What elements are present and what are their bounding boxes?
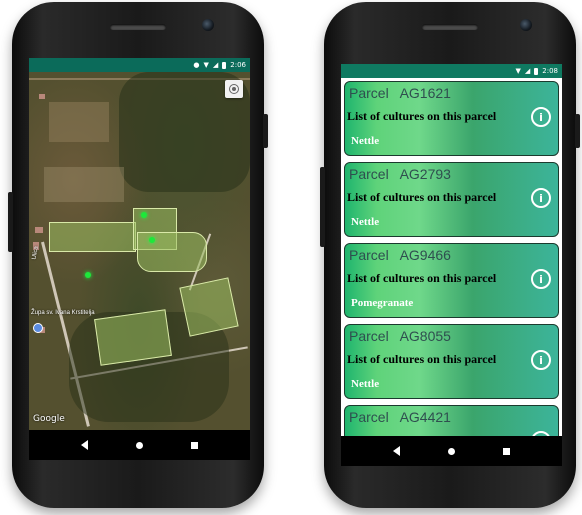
parcel-culture: Pomegranate <box>351 297 414 309</box>
volume-button <box>263 114 268 148</box>
parcel-field[interactable] <box>49 222 136 252</box>
parcel-title: Parcel AG1621 <box>349 85 451 101</box>
battery-icon <box>534 67 539 75</box>
battery-icon <box>222 61 227 69</box>
parcel-field[interactable] <box>94 309 172 366</box>
parcel-card[interactable]: Parcel AG4421 List of cultures on this p… <box>344 405 559 436</box>
parcel-field[interactable] <box>137 232 207 272</box>
building <box>39 94 45 99</box>
screen-right: ▼ ◢ 2:08 Parcel AG1621 List of cultures … <box>341 64 562 466</box>
my-location-button[interactable] <box>225 80 243 98</box>
back-triangle-icon[interactable] <box>81 440 88 450</box>
place-label: Župa sv. Ivana Krstitelja <box>31 310 95 316</box>
parcel-subtitle: List of cultures on this parcel <box>347 109 497 123</box>
speaker-grille <box>110 24 166 30</box>
side-button <box>8 192 13 252</box>
speaker-grille <box>422 24 478 30</box>
back-triangle-icon[interactable] <box>393 446 400 456</box>
side-button <box>320 167 325 247</box>
parcel-subtitle: List of cultures on this parcel <box>347 352 497 366</box>
recent-square-icon[interactable] <box>503 447 510 455</box>
status-time: 2:08 <box>542 67 558 75</box>
signal-icon: ◢ <box>524 66 531 75</box>
front-camera <box>202 19 214 31</box>
bare-field <box>49 102 109 142</box>
home-circle-icon[interactable] <box>136 441 143 449</box>
road-label: Ulica <box>31 245 40 261</box>
parcel-card[interactable]: Parcel AG8055 List of cultures on this p… <box>344 324 559 399</box>
signal-icon: ◢ <box>212 60 219 69</box>
crop-marker[interactable] <box>141 212 147 218</box>
bare-field <box>44 167 124 202</box>
recent-square-icon[interactable] <box>191 441 198 449</box>
info-icon[interactable]: i <box>531 188 551 208</box>
satellite-map[interactable]: Župa sv. Ivana Krstitelja Ulica Google <box>29 72 250 430</box>
parcel-culture: Nettle <box>351 378 380 390</box>
nav-bar <box>29 430 250 460</box>
building <box>35 227 43 233</box>
my-location-icon <box>229 84 239 94</box>
crop-marker[interactable] <box>85 272 91 278</box>
parcel-culture: Nettle <box>351 216 380 228</box>
parcel-list[interactable]: Parcel AG1621 List of cultures on this p… <box>341 78 562 436</box>
parcel-culture: Nettle <box>351 135 380 147</box>
google-attribution: Google <box>33 414 65 424</box>
phone-left: ● ▼ ◢ 2:06 Župa sv. Ivana Krstitelja Uli… <box>8 2 268 508</box>
parcel-title: Parcel AG4421 <box>349 409 451 425</box>
wifi-icon: ▼ <box>203 60 209 69</box>
info-icon[interactable]: i <box>531 269 551 289</box>
info-icon[interactable]: i <box>531 107 551 127</box>
crop-marker[interactable] <box>149 237 155 243</box>
status-bar: ● ▼ ◢ 2:06 <box>29 58 250 72</box>
wifi-icon: ▼ <box>515 66 521 75</box>
home-circle-icon[interactable] <box>448 447 455 455</box>
front-camera <box>520 19 532 31</box>
parcel-card[interactable]: Parcel AG2793 List of cultures on this p… <box>344 162 559 237</box>
parcel-title: Parcel AG2793 <box>349 166 451 182</box>
status-time: 2:06 <box>230 61 246 69</box>
parcel-title: Parcel AG9466 <box>349 247 451 263</box>
screen-left: ● ▼ ◢ 2:06 Župa sv. Ivana Krstitelja Uli… <box>29 58 250 460</box>
parcel-card[interactable]: Parcel AG9466 List of cultures on this p… <box>344 243 559 318</box>
church-marker-icon[interactable] <box>33 323 43 333</box>
info-icon[interactable]: i <box>531 350 551 370</box>
parcel-subtitle: List of cultures on this parcel <box>347 271 497 285</box>
parcel-subtitle: List of cultures on this parcel <box>347 190 497 204</box>
status-bar: ▼ ◢ 2:08 <box>341 64 562 78</box>
parcel-card[interactable]: Parcel AG1621 List of cultures on this p… <box>344 81 559 156</box>
parcel-title: Parcel AG8055 <box>349 328 451 344</box>
parcel-field[interactable] <box>179 277 239 337</box>
location-pin-icon: ● <box>193 60 200 69</box>
phone-right: ▼ ◢ 2:08 Parcel AG1621 List of cultures … <box>320 2 580 508</box>
volume-button <box>575 114 580 148</box>
nav-bar <box>341 436 562 466</box>
